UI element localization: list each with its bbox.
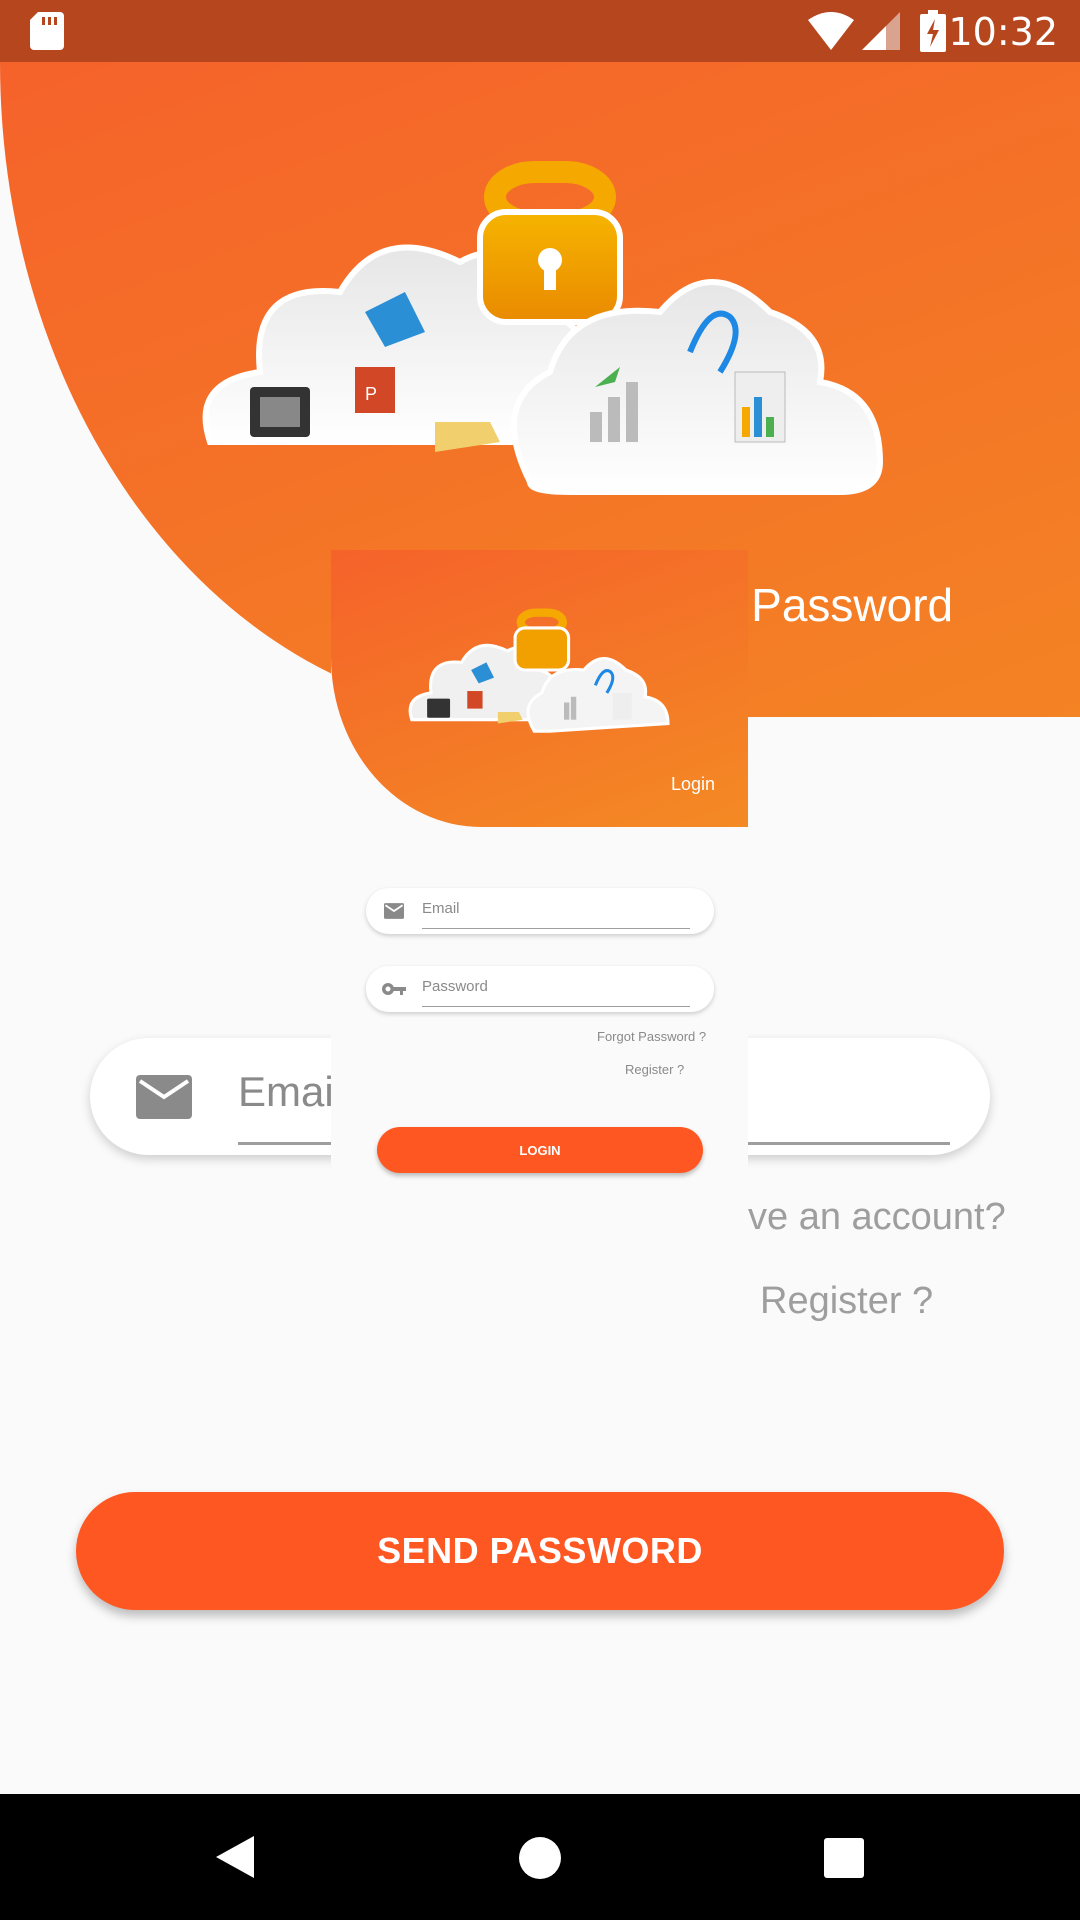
recents-icon[interactable]: [824, 1838, 864, 1878]
login-password-underline: [422, 1006, 690, 1007]
login-button[interactable]: LOGIN: [377, 1127, 703, 1173]
home-icon[interactable]: [518, 1836, 562, 1880]
navigation-bar: [0, 1794, 1080, 1920]
login-email-field[interactable]: Email: [366, 888, 714, 934]
send-password-button[interactable]: SEND PASSWORD: [76, 1492, 1004, 1610]
status-time: 10:32: [948, 10, 1058, 54]
email-placeholder: Emai: [238, 1068, 334, 1115]
cloud-security-illustration-small: [408, 608, 670, 733]
login-card: Login Email Password Forgot Password ? R…: [331, 550, 748, 1173]
key-icon: [382, 983, 406, 995]
wifi-icon: [808, 12, 854, 50]
forgot-password-link[interactable]: Forgot Password ?: [597, 1029, 706, 1044]
register-link[interactable]: Register ?: [760, 1280, 933, 1323]
email-icon: [136, 1075, 192, 1119]
login-email-underline: [422, 928, 690, 929]
cellular-signal-icon: [862, 12, 900, 50]
sd-card-icon: [30, 12, 64, 50]
back-icon[interactable]: [214, 1834, 256, 1880]
svg-text:P: P: [365, 384, 377, 404]
have-account-text: ve an account?: [748, 1196, 1006, 1238]
login-card-title: Login: [670, 774, 715, 794]
login-card-header: Login: [331, 550, 748, 827]
battery-charging-icon: [920, 10, 946, 52]
login-password-field[interactable]: Password: [366, 966, 714, 1012]
cloud-security-illustration: P: [202, 161, 884, 495]
login-register-link[interactable]: Register ?: [625, 1062, 684, 1077]
status-bar: 10:32: [0, 0, 1080, 62]
login-email-placeholder: Email: [422, 900, 460, 917]
login-password-placeholder: Password: [422, 978, 488, 995]
email-icon: [384, 903, 404, 919]
